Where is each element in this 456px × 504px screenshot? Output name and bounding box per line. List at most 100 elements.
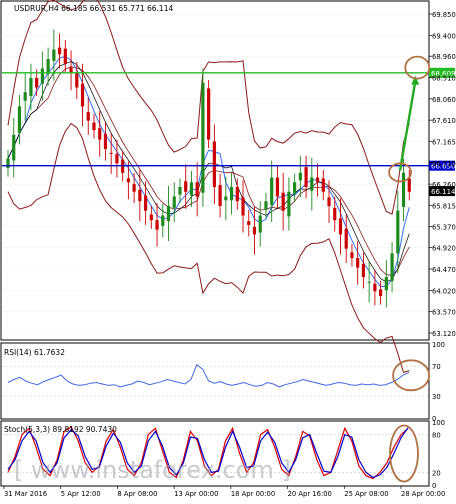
y-tick-label-10: 65.370: [432, 223, 456, 231]
candle-body-54: [315, 177, 320, 183]
y-tick-label-7: 66.710: [432, 160, 456, 168]
candle-body-9: [57, 47, 62, 55]
rsi-tick-label-1: 70: [432, 363, 441, 371]
candle-body-45: [264, 201, 268, 210]
candle-body-62: [361, 263, 366, 278]
y-tick-label-11: 64.920: [432, 245, 456, 253]
candle-body-35: [207, 88, 211, 140]
y-tick-label-0: 69.850: [432, 11, 456, 19]
y-tick-label-8: 66.260: [432, 181, 456, 189]
candle-body-40: [235, 187, 239, 202]
stoch-title: Stoch(5,3,3) 89.8192 90.7430: [4, 425, 117, 434]
candle-body-69: [401, 172, 406, 207]
candle-body-53: [310, 177, 314, 191]
candle-body-14: [86, 112, 90, 121]
rsi-tick-label-0: 100: [432, 341, 445, 349]
current-price-label: 66.114: [431, 188, 456, 196]
candle-body-43: [252, 226, 257, 235]
y-tick-label-4: 68.060: [432, 96, 456, 104]
candle-body-26: [155, 220, 159, 230]
y-tick-label-5: 67.610: [432, 117, 456, 125]
y-tick-label-14: 63.570: [432, 309, 456, 317]
candle-body-23: [138, 189, 142, 202]
candle-body-8: [52, 49, 56, 61]
candle-body-41: [241, 197, 245, 216]
candle-body-7: [46, 59, 50, 75]
candle-body-61: [356, 258, 360, 268]
rsi-tick-label-2: 30: [432, 393, 441, 401]
chart-container: 68.609 66.650 66.114 69.850 69.400 68.960 68.…: [0, 0, 456, 500]
x-tick-label-0: 31 Mar 2016: [4, 490, 47, 498]
candle-body-5: [35, 77, 39, 88]
stoch-tick-label-3: 0: [432, 482, 436, 490]
y-tick-label-3: 68.510: [432, 75, 456, 83]
candle-body-48: [281, 192, 285, 211]
candle-body-31: [184, 181, 188, 192]
candle-body-4: [29, 77, 33, 97]
candle-body-42: [247, 221, 251, 225]
y-tick-label-9: 65.815: [432, 202, 456, 210]
candle-body-15: [92, 122, 96, 131]
candle-body-56: [327, 197, 331, 206]
chart-svg: 68.60966.65066.114 69.85069.40068.96068.…: [0, 0, 456, 500]
x-tick-label-4: 18 Apr 00:00: [231, 490, 275, 498]
y-tick-label-12: 64.470: [432, 266, 456, 274]
candle-body-2: [17, 106, 22, 133]
x-tick-label-3: 13 Apr 00:00: [174, 490, 218, 498]
candle-body-18: [109, 152, 113, 154]
candle-body-12: [75, 73, 79, 88]
candle-body-60: [350, 252, 354, 259]
candle-body-68: [396, 210, 400, 254]
stoch-tick-label-0: 100: [432, 419, 445, 427]
candle-body-29: [172, 196, 176, 208]
candle-body-34: [201, 82, 205, 193]
candle-body-55: [321, 178, 325, 192]
candle-body-22: [132, 184, 136, 192]
candle-body-57: [333, 207, 337, 221]
candle-body-25: [149, 214, 153, 221]
candle-body-27: [161, 215, 165, 226]
y-tick-label-6: 67.165: [432, 138, 456, 146]
candle-body-65: [379, 289, 383, 297]
candle-body-59: [344, 228, 348, 249]
candle-body-39: [229, 187, 234, 201]
candle-body-66: [384, 277, 388, 291]
y-tick-label-15: 63.120: [432, 330, 456, 338]
main-chart-title: USDRUR,H4 66.185 66.531 65.771 66.114: [14, 4, 173, 13]
candle-body-70: [407, 178, 411, 192]
candle-body-21: [126, 178, 130, 183]
candle-body-58: [338, 218, 343, 235]
candle-body-19: [115, 153, 119, 164]
y-tick-label-1: 69.400: [432, 32, 456, 40]
candle-body-0: [6, 158, 10, 169]
candle-body-46: [270, 177, 274, 206]
candle-body-37: [218, 185, 222, 206]
x-tick-label-1: 5 Apr 12:00: [61, 490, 101, 498]
watermark: [ www.instaforex.com ]: [14, 456, 291, 484]
candle-body-24: [143, 195, 148, 211]
candle-body-3: [23, 92, 27, 101]
candle-body-52: [304, 167, 308, 188]
candle-body-50: [293, 182, 297, 194]
candle-body-33: [195, 182, 199, 197]
candle-body-38: [224, 196, 228, 201]
rsi-panel: [0, 342, 430, 420]
candle-body-32: [189, 182, 194, 196]
rsi-title: RSI(14) 61.7632: [4, 348, 65, 357]
candle-body-6: [40, 68, 44, 84]
y-tick-label-2: 68.960: [432, 53, 456, 61]
candle-body-16: [98, 128, 102, 140]
candle-body-10: [63, 48, 67, 64]
candle-body-17: [103, 133, 108, 150]
candle-body-63: [367, 281, 371, 283]
candle-body-1: [12, 134, 16, 161]
x-tick-label-5: 20 Apr 16:00: [288, 490, 332, 498]
stoch-tick-label-2: 20: [432, 469, 441, 477]
candle-body-30: [178, 187, 182, 195]
x-tick-label-6: 25 Apr 08:00: [344, 490, 388, 498]
y-tick-label-13: 64.020: [432, 287, 456, 295]
candle-body-36: [212, 141, 216, 188]
x-tick-label-2: 8 Apr 08:00: [117, 490, 157, 498]
candle-body-13: [80, 83, 85, 107]
candle-body-47: [275, 177, 280, 197]
